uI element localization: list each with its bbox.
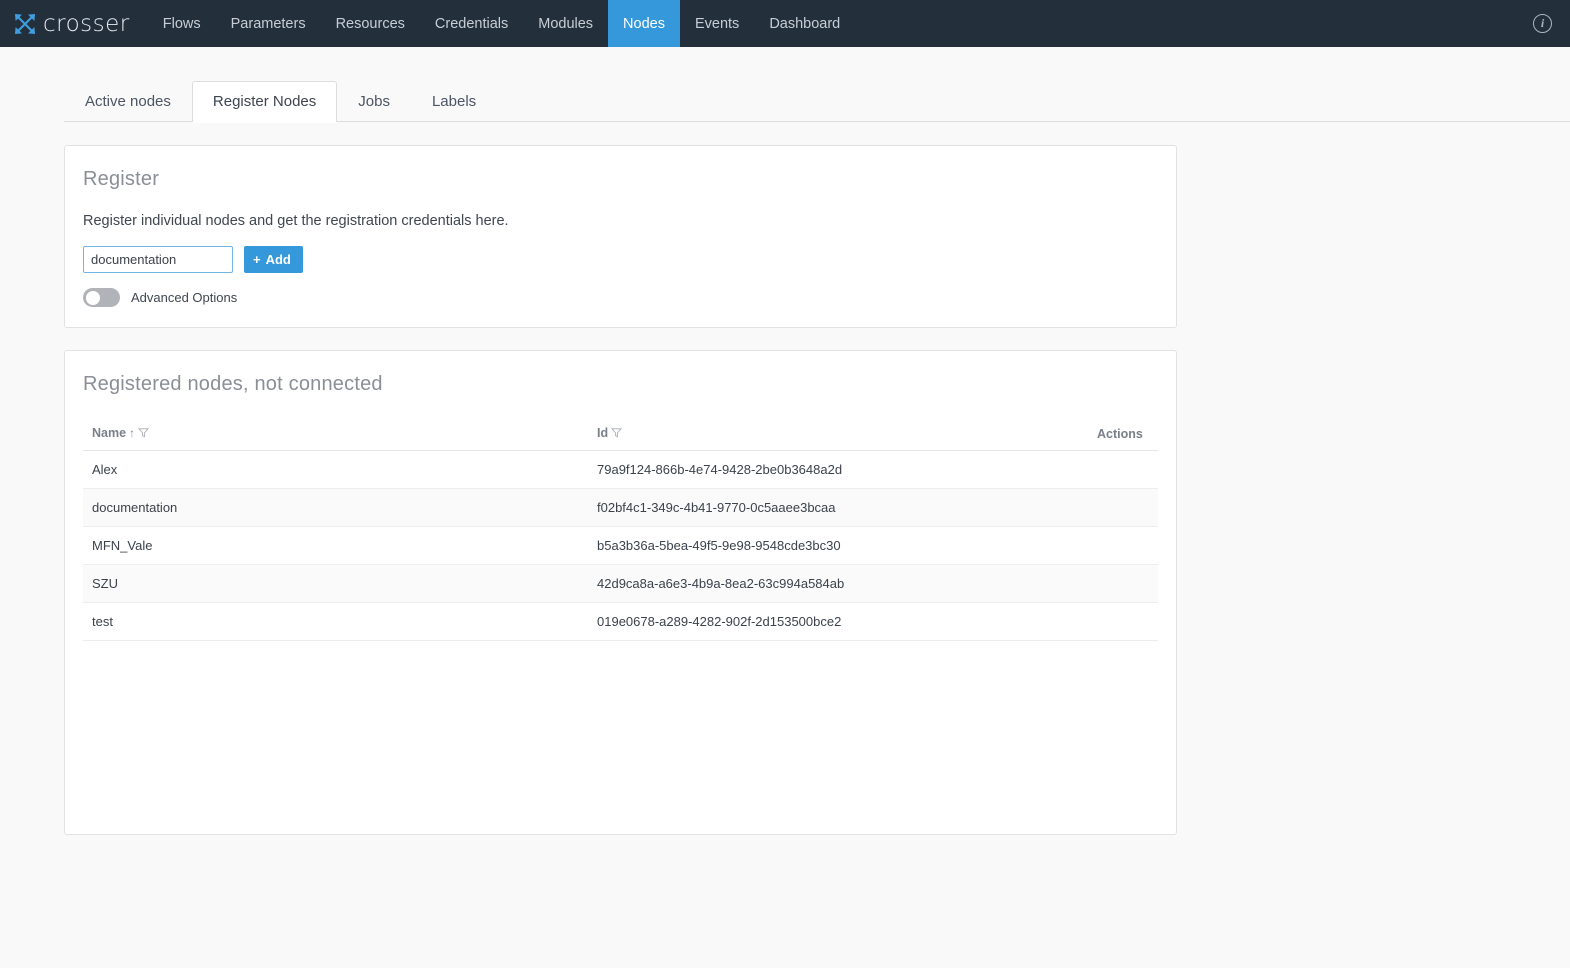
column-header-name[interactable]: Name↑ — [83, 426, 588, 451]
nodes-tab-strip: Active nodes Register Nodes Jobs Labels — [0, 79, 1570, 122]
register-card-title: Register — [83, 168, 1158, 191]
cell-node-id: b5a3b36a-5bea-49f5-9e98-9548cde3bc30 — [588, 527, 1088, 565]
cell-node-actions — [1088, 527, 1158, 565]
plus-icon: + — [253, 253, 261, 266]
table-header-row: Name↑ Id Actions — [83, 426, 1158, 451]
cell-node-actions — [1088, 565, 1158, 603]
arrow-up-icon[interactable]: ↑ — [129, 426, 135, 440]
registered-nodes-title: Registered nodes, not connected — [83, 373, 1158, 396]
registered-nodes-card: Registered nodes, not connected Name↑ Id… — [64, 350, 1177, 835]
cell-node-name: documentation — [83, 489, 588, 527]
register-input-row: + Add — [83, 246, 1158, 273]
column-header-actions: Actions — [1088, 426, 1158, 451]
cell-node-name: MFN_Vale — [83, 527, 588, 565]
register-card: Register Register individual nodes and g… — [64, 145, 1177, 328]
info-circle-icon[interactable]: i — [1533, 14, 1552, 33]
add-node-button-label: Add — [266, 252, 291, 267]
cell-node-id: 42d9ca8a-a6e3-4b9a-8ea2-63c994a584ab — [588, 565, 1088, 603]
table-row[interactable]: MFN_Vale b5a3b36a-5bea-49f5-9e98-9548cde… — [83, 527, 1158, 565]
brand-logo[interactable]: crosser — [0, 0, 148, 47]
nav-item-parameters[interactable]: Parameters — [216, 0, 321, 47]
column-header-name-label: Name — [92, 426, 126, 440]
tab-active-nodes[interactable]: Active nodes — [64, 81, 192, 122]
nav-item-credentials[interactable]: Credentials — [420, 0, 523, 47]
table-row[interactable]: documentation f02bf4c1-349c-4b41-9770-0c… — [83, 489, 1158, 527]
advanced-options-toggle[interactable] — [83, 288, 120, 307]
add-node-button[interactable]: + Add — [244, 246, 303, 273]
brand-name: crosser — [43, 11, 130, 37]
cell-node-actions — [1088, 489, 1158, 527]
column-header-id-label: Id — [597, 426, 608, 440]
tab-jobs[interactable]: Jobs — [337, 81, 411, 122]
table-row[interactable]: SZU 42d9ca8a-a6e3-4b9a-8ea2-63c994a584ab — [83, 565, 1158, 603]
cell-node-id: 019e0678-a289-4282-902f-2d153500bce2 — [588, 603, 1088, 641]
navbar-right-group: i — [1533, 0, 1570, 47]
main-nav: Flows Parameters Resources Credentials M… — [148, 0, 856, 47]
table-body: Alex 79a9f124-866b-4e74-9428-2be0b3648a2… — [83, 451, 1158, 641]
table-header: Name↑ Id Actions — [83, 426, 1158, 451]
register-card-description: Register individual nodes and get the re… — [83, 213, 1158, 229]
node-name-input[interactable] — [83, 246, 233, 273]
tab-labels[interactable]: Labels — [411, 81, 497, 122]
cell-node-actions — [1088, 603, 1158, 641]
toggle-knob — [86, 291, 100, 305]
filter-funnel-icon[interactable] — [138, 427, 149, 441]
top-navbar: crosser Flows Parameters Resources Crede… — [0, 0, 1570, 47]
nav-item-dashboard[interactable]: Dashboard — [754, 0, 855, 47]
advanced-options-label: Advanced Options — [131, 290, 237, 305]
nav-item-events[interactable]: Events — [680, 0, 754, 47]
nav-item-nodes[interactable]: Nodes — [608, 0, 680, 47]
table-row[interactable]: test 019e0678-a289-4282-902f-2d153500bce… — [83, 603, 1158, 641]
nav-item-resources[interactable]: Resources — [321, 0, 420, 47]
cell-node-id: 79a9f124-866b-4e74-9428-2be0b3648a2d — [588, 451, 1088, 489]
page-content: Register Register individual nodes and g… — [0, 145, 1570, 835]
filter-funnel-icon[interactable] — [611, 427, 622, 441]
advanced-options-row: Advanced Options — [83, 288, 1158, 307]
cell-node-name: test — [83, 603, 588, 641]
cell-node-actions — [1088, 451, 1158, 489]
column-header-actions-label: Actions — [1097, 427, 1143, 441]
crosser-x-logo-icon — [12, 11, 38, 37]
tab-register-nodes[interactable]: Register Nodes — [192, 81, 337, 122]
table-row[interactable]: Alex 79a9f124-866b-4e74-9428-2be0b3648a2… — [83, 451, 1158, 489]
cell-node-id: f02bf4c1-349c-4b41-9770-0c5aaee3bcaa — [588, 489, 1088, 527]
cell-node-name: Alex — [83, 451, 588, 489]
nav-item-modules[interactable]: Modules — [523, 0, 608, 47]
cell-node-name: SZU — [83, 565, 588, 603]
nav-item-flows[interactable]: Flows — [148, 0, 216, 47]
registered-nodes-table: Name↑ Id Actions Alex 79a9f124-866b-4e74… — [83, 426, 1158, 641]
column-header-id[interactable]: Id — [588, 426, 1088, 451]
